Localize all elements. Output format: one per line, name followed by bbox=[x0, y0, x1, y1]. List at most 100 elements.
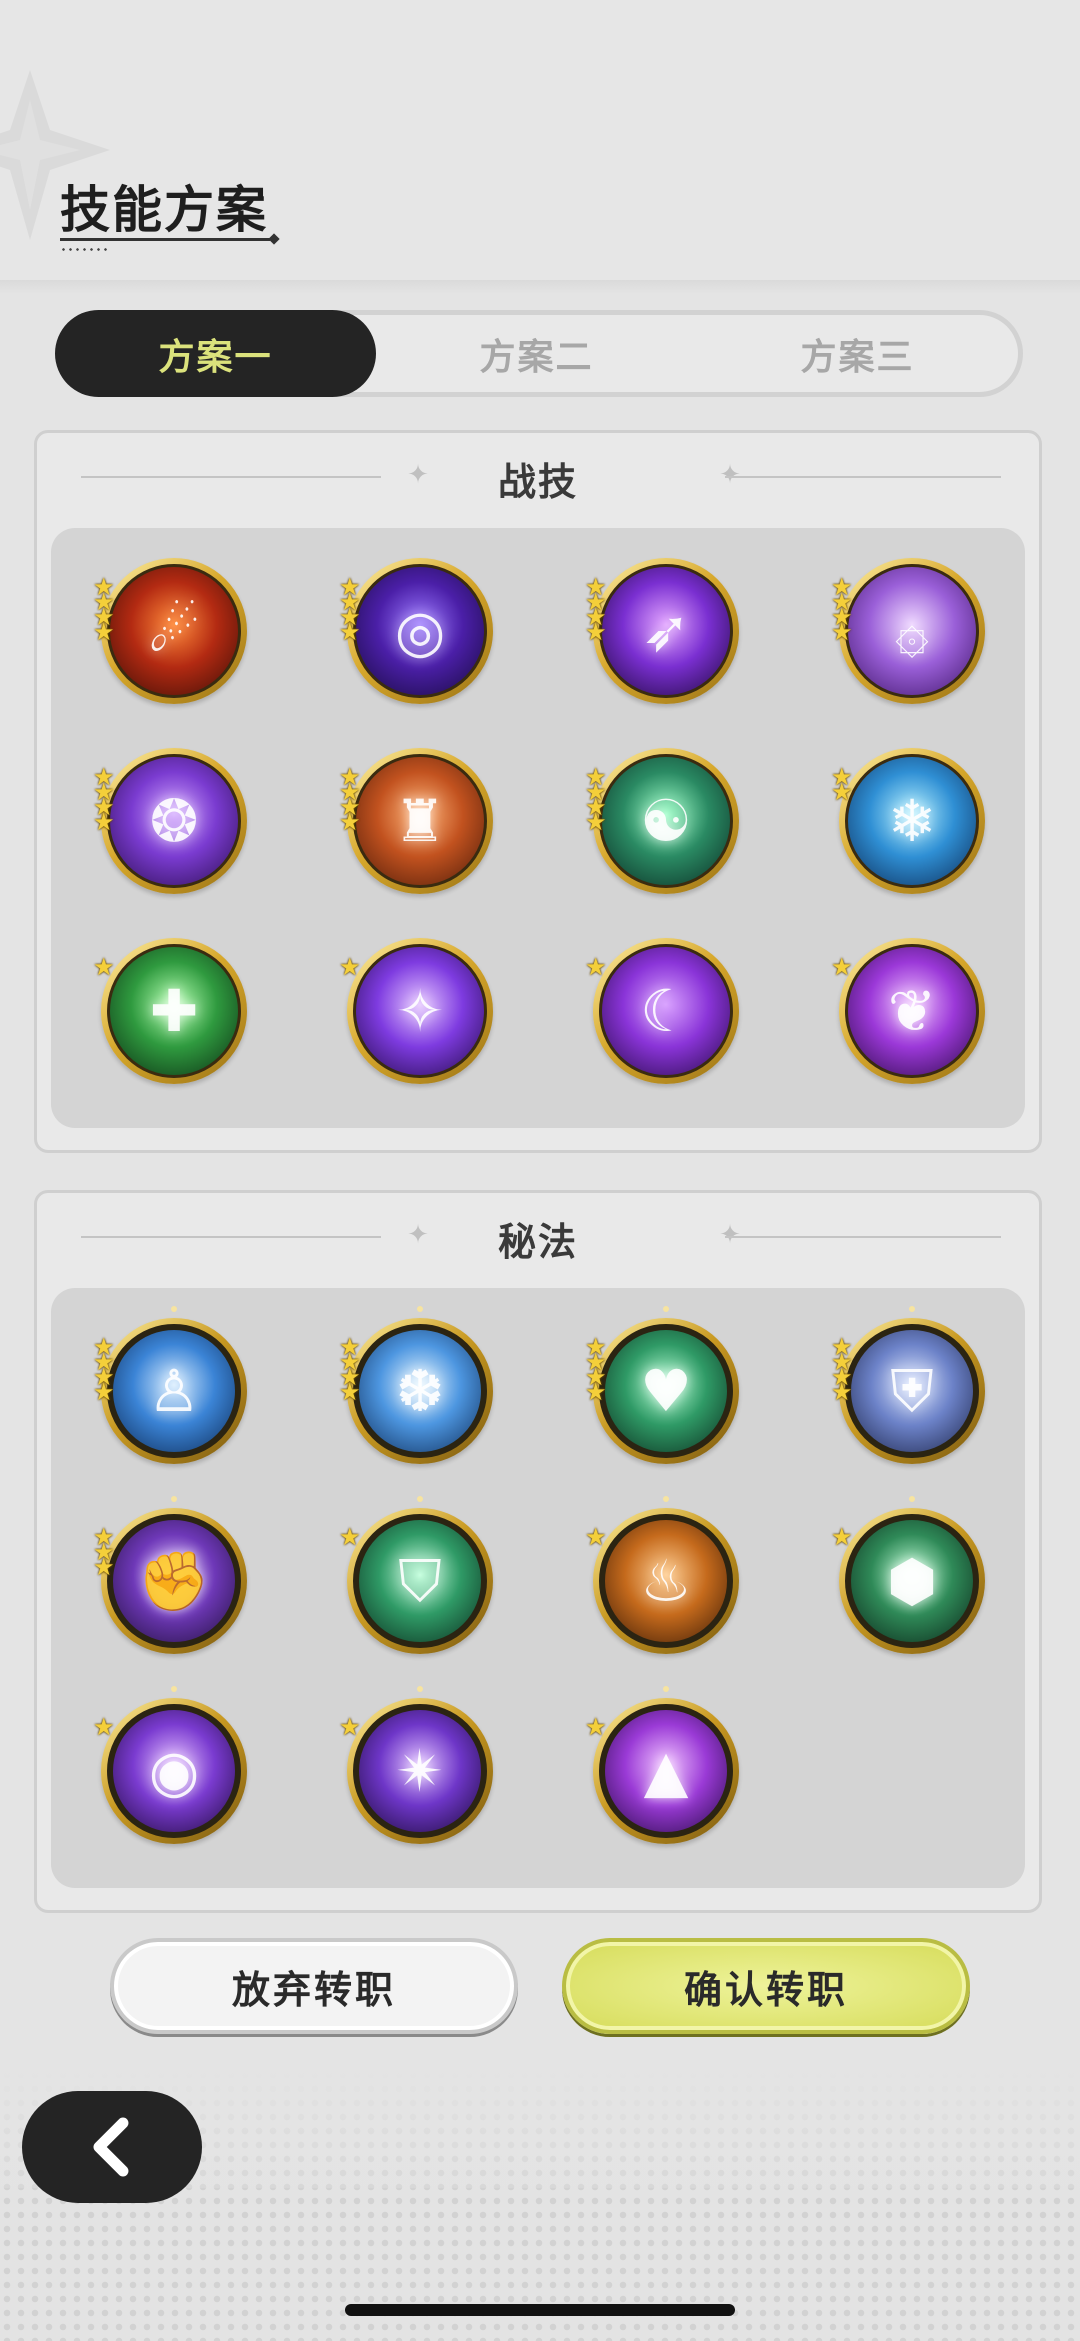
star-icon: ★ bbox=[585, 1523, 607, 1551]
combat-skill-slot-4[interactable]: ۞ ★ ★ ★ ★ bbox=[831, 558, 985, 704]
arcane-slash-icon: ➶ bbox=[641, 597, 691, 665]
shadow-fist-icon: ✊ bbox=[137, 1546, 211, 1615]
star-rating: ★ ★ ★ ★ bbox=[93, 1335, 121, 1406]
skill-icon-frame: ◎ bbox=[353, 564, 487, 698]
star-icon: ★ bbox=[585, 1378, 607, 1406]
meditating-spirit-icon: ☯ bbox=[640, 787, 692, 855]
rune-dot-icon bbox=[663, 1496, 669, 1502]
star-icon: ★ bbox=[339, 618, 361, 646]
star-icon: ★ bbox=[339, 1378, 361, 1406]
arcana-slot-3[interactable]: ♥ ★ ★ ★ ★ bbox=[585, 1306, 739, 1464]
star-icon: ★ bbox=[339, 1523, 361, 1551]
skill-icon-frame: ♜ bbox=[353, 754, 487, 888]
star-rating: ★ ★ ★ ★ bbox=[93, 575, 121, 646]
skill-grid: ♙ ★ ★ ★ ★ ❆ ★ ★ ★ ★ ♥ ★ ★ ★ ★ ⛨ ★ ★ ★ ★ ✊ ★ ★ ★ ⛉ ★ ♨ ★ ⬢ ★ ◉ ★ ✴ ★ ▲ ★ bbox=[51, 1288, 1025, 1888]
star-icon: ★ bbox=[93, 1713, 115, 1741]
skill-icon-frame: ✊ bbox=[107, 1514, 241, 1648]
combat-skill-slot-10[interactable]: ✧ ★ bbox=[339, 938, 493, 1084]
skill-icon-frame: ♨ bbox=[599, 1514, 733, 1648]
star-icon: ★ bbox=[831, 778, 853, 806]
combat-skill-slot-6[interactable]: ♜ ★ ★ ★ ★ bbox=[339, 748, 493, 894]
skill-icon-frame: ✚ bbox=[107, 944, 241, 1078]
confirm-job-change-button[interactable]: 确认转职 bbox=[562, 1938, 970, 2034]
chevron-left-icon bbox=[93, 2117, 129, 2177]
combat-skill-slot-2[interactable]: ◎ ★ ★ ★ ★ bbox=[339, 558, 493, 704]
star-icon: ★ bbox=[585, 618, 607, 646]
arcana-slot-2[interactable]: ❆ ★ ★ ★ ★ bbox=[339, 1306, 493, 1464]
skill-icon-frame: ❄ bbox=[845, 754, 979, 888]
star-rating: ★ ★ bbox=[831, 765, 859, 806]
star-icon: ★ bbox=[585, 953, 607, 981]
arcana-slot-8[interactable]: ⬢ ★ bbox=[831, 1496, 985, 1654]
panel-header: ✦ 秘法 ✦ bbox=[37, 1193, 1039, 1283]
star-icon: ★ bbox=[831, 618, 853, 646]
arcana-slot-5[interactable]: ✊ ★ ★ ★ bbox=[93, 1496, 247, 1654]
arcana-slot-11[interactable]: ▲ ★ bbox=[585, 1686, 739, 1844]
combat-skill-slot-3[interactable]: ➶ ★ ★ ★ ★ bbox=[585, 558, 739, 704]
star-rating: ★ ★ ★ ★ bbox=[339, 765, 367, 834]
panel-title: 战技 bbox=[497, 460, 578, 504]
crystal-star-icon: ✧ bbox=[395, 977, 445, 1045]
sparkle-icon: ✦ bbox=[719, 1220, 741, 1250]
star-rating: ★ bbox=[339, 1713, 367, 1741]
combat-skill-slot-11[interactable]: ☾ ★ bbox=[585, 938, 739, 1084]
combat-skill-slot-8[interactable]: ❄ ★ ★ bbox=[831, 748, 985, 894]
back-button[interactable] bbox=[22, 2091, 202, 2203]
skill-icon-frame: ⛨ bbox=[845, 1324, 979, 1458]
emerald-shield-icon: ⛉ bbox=[398, 1546, 442, 1615]
rune-dot-icon bbox=[171, 1306, 177, 1312]
fireball-icon: ☄ bbox=[148, 597, 200, 665]
combat-skill-slot-5[interactable]: ❂ ★ ★ ★ ★ bbox=[93, 748, 247, 894]
rune-dot-icon bbox=[663, 1306, 669, 1312]
armor-plate-icon: ⛨ bbox=[890, 1356, 934, 1425]
star-rating: ★ ★ ★ ★ bbox=[831, 575, 859, 646]
rune-dot-icon bbox=[909, 1496, 915, 1502]
arcane-sigil-icon: ▲ bbox=[643, 1737, 689, 1805]
star-icon: ★ bbox=[831, 1523, 853, 1551]
star-rating: ★ ★ ★ ★ bbox=[585, 765, 613, 836]
star-icon: ★ bbox=[93, 1378, 115, 1406]
combat-skill-slot-12[interactable]: ❦ ★ bbox=[831, 938, 985, 1084]
arcana-slot-6[interactable]: ⛉ ★ bbox=[339, 1496, 493, 1654]
star-icon: ★ bbox=[93, 1553, 115, 1581]
tab-plan-1[interactable]: 方案一 bbox=[55, 310, 376, 397]
star-icon: ★ bbox=[831, 1378, 853, 1406]
skill-icon-frame: ▲ bbox=[599, 1704, 733, 1838]
page-title: 技能方案 bbox=[60, 181, 268, 239]
skill-icon-frame: ◉ bbox=[107, 1704, 241, 1838]
shadow-claw-icon: ☾ bbox=[640, 977, 692, 1045]
skill-icon-frame: ۞ bbox=[845, 564, 979, 698]
star-rating: ★ ★ ★ ★ bbox=[339, 575, 367, 646]
arcana-slot-7[interactable]: ♨ ★ bbox=[585, 1496, 739, 1654]
abandon-job-change-button[interactable]: 放弃转职 bbox=[110, 1938, 518, 2034]
stone-golem-icon: ♜ bbox=[394, 787, 446, 855]
star-icon: ★ bbox=[585, 1713, 607, 1741]
star-rating: ★ ★ ★ ★ bbox=[585, 575, 613, 646]
combat-skill-slot-9[interactable]: ✚ ★ bbox=[93, 938, 247, 1084]
star-icon: ★ bbox=[93, 953, 115, 981]
star-icon: ★ bbox=[339, 1713, 361, 1741]
tab-plan-2[interactable]: 方案二 bbox=[376, 315, 697, 392]
home-indicator bbox=[345, 2304, 735, 2316]
arcana-slot-1[interactable]: ♙ ★ ★ ★ ★ bbox=[93, 1306, 247, 1464]
combat-skill-slot-1[interactable]: ☄ ★ ★ ★ ★ bbox=[93, 558, 247, 704]
skill-icon-frame: ☄ bbox=[107, 564, 241, 698]
star-icon: ★ bbox=[585, 808, 607, 836]
skill-icon-frame: ☾ bbox=[599, 944, 733, 1078]
star-rating: ★ bbox=[831, 955, 859, 979]
rune-dot-icon bbox=[417, 1496, 423, 1502]
tab-plan-3[interactable]: 方案三 bbox=[697, 315, 1018, 392]
star-icon: ★ bbox=[93, 808, 115, 836]
skill-icon-frame: ❦ bbox=[845, 944, 979, 1078]
arcana-slot-4[interactable]: ⛨ ★ ★ ★ ★ bbox=[831, 1306, 985, 1464]
arcana-slot-10[interactable]: ✴ ★ bbox=[339, 1686, 493, 1844]
star-rating: ★ ★ ★ ★ bbox=[831, 1335, 859, 1406]
header: 技能方案 bbox=[0, 0, 1080, 285]
star-rating: ★ bbox=[585, 1523, 613, 1551]
arcana-panel: ✦ 秘法 ✦ ♙ ★ ★ ★ ★ ❆ ★ ★ ★ ★ ♥ ★ ★ ★ ★ ⛨ ★ ★ ★ ★ ✊ ★ ★ ★ ⛉ ★ ♨ ★ ⬢ ★ ◉ ★ ✴… bbox=[34, 1190, 1042, 1913]
star-icon: ★ bbox=[93, 618, 115, 646]
arcana-slot-9[interactable]: ◉ ★ bbox=[93, 1686, 247, 1844]
divider-line bbox=[725, 1236, 1001, 1238]
combat-skill-slot-7[interactable]: ☯ ★ ★ ★ ★ bbox=[585, 748, 739, 894]
panel-header: ✦ 战技 ✦ bbox=[37, 433, 1039, 523]
